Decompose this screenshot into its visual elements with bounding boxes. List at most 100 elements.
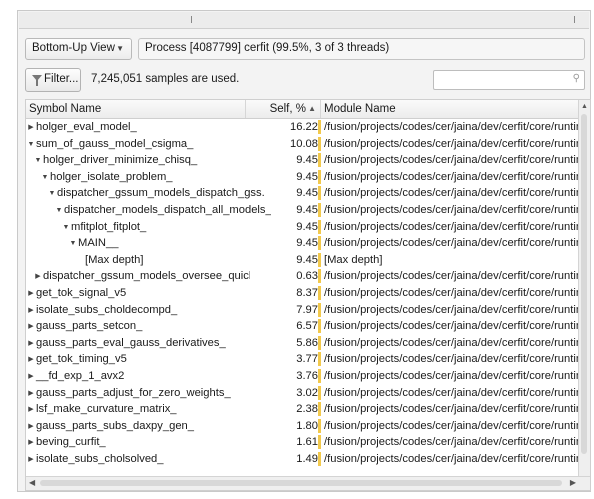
self-percent-bar: [318, 219, 321, 234]
symbol-cell: ▶ holger_eval_model_: [26, 119, 243, 136]
self-percent-bar: [318, 169, 321, 184]
vertical-scroll-thumb[interactable]: [581, 114, 587, 454]
expand-right-icon[interactable]: ▶: [26, 452, 36, 468]
top-scroll-strip[interactable]: [19, 12, 589, 29]
table-row[interactable]: [Max depth] 9.45 [Max depth]: [26, 252, 579, 268]
self-percent-cell: 3.77: [246, 351, 321, 367]
filter-button[interactable]: Filter...: [25, 68, 81, 92]
expand-down-icon[interactable]: ▼: [33, 153, 43, 169]
table-row[interactable]: ▼ dispatcher_models_dispatch_all_models_ 9…: [26, 202, 579, 218]
expand-down-icon[interactable]: ▼: [68, 236, 78, 252]
expand-down-icon[interactable]: ▼: [54, 203, 64, 219]
expand-right-icon[interactable]: ▶: [33, 269, 43, 285]
self-percent-value: 9.45: [296, 187, 318, 200]
module-name-cell: /fusion/projects/codes/cer/jaina/dev/cer…: [324, 170, 579, 183]
symbol-name: dispatcher_gssum_models_dispatch_gss...: [57, 187, 264, 200]
table-row[interactable]: ▼ mfitplot_fitplot_ 9.45/fusion/projects/c…: [26, 219, 579, 235]
vertical-scrollbar[interactable]: ▲: [578, 100, 590, 477]
search-input[interactable]: [437, 72, 569, 90]
chevron-down-icon: ▼: [116, 44, 124, 53]
symbol-name: isolate_subs_choldecompd_: [36, 303, 178, 316]
scroll-left-icon[interactable]: ◀: [29, 478, 35, 487]
self-percent-value: 3.02: [296, 386, 318, 399]
table-row[interactable]: ▶ lsf_make_curvature_matrix_ 2.38/fusion/p…: [26, 401, 579, 417]
symbol-cell: ▶ isolate_subs_choldecompd_: [26, 302, 243, 319]
self-percent-cell: 9.45: [246, 185, 321, 201]
symbol-name: isolate_subs_cholsolved_: [36, 453, 164, 465]
table-row[interactable]: ▶ __fd_exp_1_avx2 3.76/fusion/projects/cod…: [26, 368, 579, 384]
expand-right-icon[interactable]: ▶: [26, 286, 36, 302]
table-row[interactable]: ▶ gauss_parts_eval_gauss_derivatives_ 5.86…: [26, 335, 579, 351]
table-row[interactable]: ▼ holger_driver_minimize_chisq_ 9.45/fusio…: [26, 152, 579, 168]
module-name-cell: /fusion/projects/codes/cer/jaina/dev/cer…: [324, 270, 579, 283]
table-row[interactable]: ▼ sum_of_gauss_model_csigma_ 10.08/fusion/…: [26, 136, 579, 152]
self-percent-cell: 1.80: [246, 418, 321, 434]
expand-right-icon[interactable]: ▶: [26, 319, 36, 335]
expand-down-icon[interactable]: ▼: [40, 170, 50, 186]
column-header-symbol[interactable]: Symbol Name: [26, 100, 246, 118]
self-percent-bar: [318, 252, 321, 267]
expand-down-icon[interactable]: ▼: [61, 220, 71, 236]
self-percent-bar: [318, 153, 321, 168]
expand-right-icon[interactable]: ▶: [26, 419, 36, 435]
table-header: Symbol Name Self, % ▲ Module Name: [26, 100, 579, 119]
symbol-cell: ▶ isolate_subs_cholsolved_: [26, 451, 243, 468]
bottom-up-table: Symbol Name Self, % ▲ Module Name ▶ holge…: [25, 99, 591, 491]
expand-right-icon[interactable]: ▶: [26, 386, 36, 402]
symbol-name: MAIN__: [78, 237, 119, 250]
table-row[interactable]: ▶ beving_curfit_ 1.61/fusion/projects/code…: [26, 434, 579, 450]
expand-right-icon[interactable]: ▶: [26, 402, 36, 418]
table-row[interactable]: ▶ holger_eval_model_ 16.22/fusion/projects…: [26, 119, 579, 135]
expand-right-icon[interactable]: ▶: [26, 120, 36, 136]
table-row[interactable]: ▶ get_tok_signal_v5 8.37/fusion/projects/c…: [26, 285, 579, 301]
column-header-self[interactable]: Self, % ▲: [246, 100, 321, 118]
expand-right-icon[interactable]: ▶: [26, 352, 36, 368]
expand-down-icon[interactable]: ▼: [26, 137, 36, 153]
expand-right-icon[interactable]: ▶: [26, 336, 36, 352]
table-row[interactable]: ▼ MAIN__ 9.45/fusion/projects/codes/cer/ja…: [26, 235, 579, 251]
table-row[interactable]: ▶ gauss_parts_setcon_ 6.57/fusion/projects…: [26, 318, 579, 334]
table-row[interactable]: ▶ get_tok_timing_v5 3.77/fusion/projects/c…: [26, 351, 579, 367]
filter-toolbar: Filter... 7,245,051 samples are used. ⚲: [25, 68, 585, 94]
table-row[interactable]: ▼ holger_isolate_problem_ 9.45/fusion/proj…: [26, 169, 579, 185]
splitter-tick: [191, 16, 192, 23]
self-percent-value: 0.63: [296, 270, 318, 283]
search-box[interactable]: ⚲: [433, 70, 585, 90]
expand-right-icon[interactable]: ▶: [26, 435, 36, 451]
self-percent-bar: [318, 335, 321, 350]
self-percent-cell: 8.37: [246, 285, 321, 301]
module-name-cell: /fusion/projects/codes/cer/jaina/dev/cer…: [324, 353, 579, 366]
table-row[interactable]: ▶dispatcher_gssum_models_oversee_quick_m…: [26, 268, 579, 284]
table-row[interactable]: ▶ isolate_subs_choldecompd_ 7.97/fusion/pr…: [26, 302, 579, 318]
column-header-module[interactable]: Module Name: [321, 100, 581, 118]
self-percent-value: 9.45: [296, 253, 318, 266]
expand-right-icon[interactable]: ▶: [26, 369, 36, 385]
symbol-cell: ▶ gauss_parts_setcon_: [26, 318, 243, 335]
symbol-cell: ▼ mfitplot_fitplot_: [26, 219, 278, 236]
horizontal-scroll-thumb[interactable]: [40, 480, 562, 486]
symbol-cell: ▼ holger_driver_minimize_chisq_: [26, 152, 250, 169]
self-percent-cell: 9.45: [246, 152, 321, 168]
scroll-up-icon[interactable]: ▲: [581, 103, 588, 110]
scroll-right-icon[interactable]: ▶: [570, 478, 576, 487]
self-percent-bar: [318, 236, 321, 251]
module-name-cell: /fusion/projects/codes/cer/jaina/dev/cer…: [324, 303, 579, 316]
table-row[interactable]: ▶ gauss_parts_subs_daxpy_gen_ 1.80/fusion/…: [26, 418, 579, 434]
symbol-cell: ▶ __fd_exp_1_avx2: [26, 368, 243, 385]
expand-down-icon[interactable]: ▼: [47, 186, 57, 202]
self-percent-cell: 1.61: [246, 434, 321, 450]
filter-button-label: Filter...: [44, 73, 79, 85]
table-row[interactable]: ▼ dispatcher_gssum_models_dispatch_gss...…: [26, 185, 579, 201]
module-name-cell: /fusion/projects/codes/cer/jaina/dev/cer…: [324, 370, 579, 382]
table-row[interactable]: ▶ gauss_parts_adjust_for_zero_weights_ 3.0…: [26, 385, 579, 401]
self-percent-cell: 3.76: [246, 368, 321, 384]
profiler-panel: Bottom-Up View ▼ Process [4087799] cerfi…: [17, 10, 591, 492]
self-percent-bar: [318, 369, 321, 383]
symbol-name: gauss_parts_adjust_for_zero_weights_: [36, 386, 231, 399]
process-label: Process [4087799] cerfit (99.5%, 3 of 3 …: [138, 38, 585, 60]
view-select[interactable]: Bottom-Up View ▼: [25, 38, 132, 60]
horizontal-scrollbar[interactable]: ◀ ▶: [26, 476, 590, 490]
table-row[interactable]: ▶ isolate_subs_cholsolved_ 1.49/fusion/pro…: [26, 451, 579, 467]
search-icon: ⚲: [572, 73, 580, 84]
expand-right-icon[interactable]: ▶: [26, 303, 36, 319]
